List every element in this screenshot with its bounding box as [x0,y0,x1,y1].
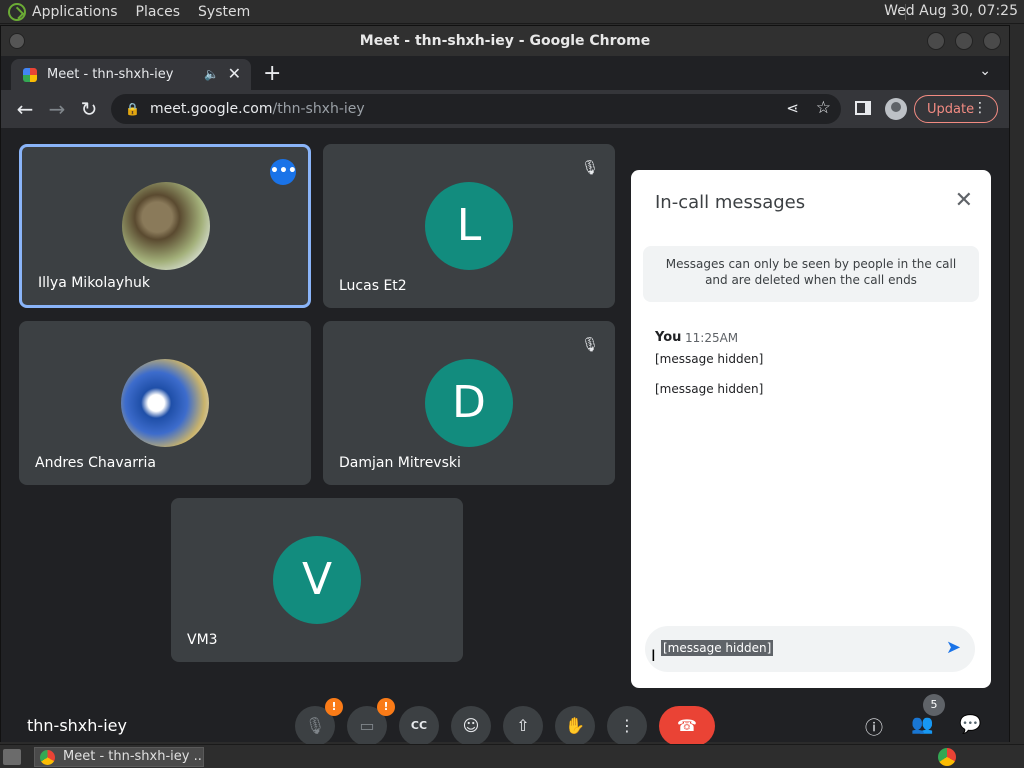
lock-icon[interactable]: 🔒 [125,102,140,116]
speaker-icon[interactable]: 🔈 [204,67,219,81]
url-host: meet.google.com [149,101,273,117]
participant-name: Lucas Et2 [339,278,407,294]
menu-places[interactable]: Places [136,4,181,20]
present-button[interactable]: ⇧ [503,706,543,746]
share-icon[interactable]: ⋖ [786,99,799,117]
mic-button[interactable]: 🎙! [295,698,343,746]
browser-toolbar: ← → ↻ 🔒 meet.google.com /thn-shxh-iey ⋖ … [1,90,1009,128]
message-sender: You [655,330,682,345]
tray-chrome-icon[interactable] [938,748,956,766]
chat-input[interactable]: [message hidden] ➤ [645,626,975,672]
participant-name: Andres Chavarria [35,455,156,471]
window-title: Meet - thn-shxh-iey - Google Chrome [359,33,651,49]
address-bar[interactable]: 🔒 meet.google.com /thn-shxh-iey ⋖ ☆ [111,94,841,124]
participant-name: VM3 [187,632,218,648]
participant-count-badge: 5 [923,694,945,716]
update-button[interactable]: Update ⋮ [914,95,998,123]
chat-message: [message hidden] [655,352,764,366]
text-cursor-icon: I [651,646,656,665]
mic-off-icon: 🎙 [581,337,599,353]
fans-photo-avatar [121,359,209,447]
update-label: Update [927,101,975,117]
warning-icon: ! [377,698,395,716]
meet-favicon-icon [23,67,37,82]
participant-tile-3[interactable]: Andres Chavarria [19,321,311,485]
chrome-icon [40,750,55,765]
tab-search-chevron-icon[interactable]: ⌄ [979,63,991,79]
raise-hand-button[interactable]: ✋ [555,706,595,746]
participant-name: Illya Mikolayhuk [38,275,150,291]
tab-title: Meet - thn-shxh-iey [47,67,174,82]
chat-notice: Messages can only be seen by people in t… [643,246,979,302]
clock[interactable]: Wed Aug 30, 07:25 [884,3,1018,19]
browser-window: Meet - thn-shxh-iey - Google Chrome Meet… [0,25,1010,746]
bookmark-star-icon[interactable]: ☆ [816,98,831,118]
maximize-button[interactable] [955,32,973,50]
tab-strip: Meet - thn-shxh-iey 🔈 ✕ + ⌄ [1,56,1009,90]
participant-tile-2[interactable]: L 🎙 Lucas Et2 [323,144,615,308]
side-panel-icon[interactable] [855,101,871,115]
window-close-button[interactable] [983,32,1001,50]
message-time: 11:25AM [685,331,739,345]
task-label: Meet - thn-shxh-iey ... [63,749,204,764]
chat-input-value[interactable]: [message hidden] [661,640,774,656]
meet-stage: ••• Illya Mikolayhuk L 🎙 Lucas Et2 Andre… [1,128,1009,746]
tab-meet[interactable]: Meet - thn-shxh-iey 🔈 ✕ [11,59,251,90]
people-icon[interactable]: 👥 [911,714,933,735]
mic-off-icon: 🎙 [581,160,599,176]
info-icon[interactable]: ⓘ [865,714,883,740]
participant-name: Damjan Mitrevski [339,455,461,471]
captions-button[interactable]: CC [399,706,439,746]
profile-avatar-icon[interactable] [885,98,907,120]
participant-tile-4[interactable]: D 🎙 Damjan Mitrevski [323,321,615,485]
forward-arrow-icon[interactable]: → [45,97,69,121]
show-desktop-icon[interactable] [3,749,21,765]
participant-tile-1[interactable]: ••• Illya Mikolayhuk [19,144,311,308]
new-tab-icon[interactable]: + [263,61,281,86]
menu-applications[interactable]: Applications [32,4,118,20]
initial-avatar: D [425,359,513,447]
top-panel: Applications Places System Wed Aug 30, 0… [0,0,1024,24]
initial-avatar: V [273,536,361,624]
taskbar-window-button[interactable]: Meet - thn-shxh-iey ... [34,747,204,767]
chat-message: [message hidden] [655,382,764,396]
meeting-code: thn-shxh-iey [27,716,127,735]
back-arrow-icon[interactable]: ← [13,97,37,121]
participant-tile-5[interactable]: V VM3 [171,498,463,662]
url-path: /thn-shxh-iey [272,101,365,117]
send-icon[interactable]: ➤ [946,637,961,658]
camera-button[interactable]: ▭! [347,698,395,746]
kebab-menu-icon[interactable]: ⋮ [973,100,987,116]
more-options-button[interactable]: ⋮ [607,706,647,746]
close-chat-icon[interactable]: ✕ [955,188,973,213]
initial-avatar: L [425,182,513,270]
distro-logo-icon[interactable] [8,2,26,21]
tab-close-icon[interactable]: ✕ [228,64,241,83]
chat-icon[interactable]: 💬 [959,714,981,735]
end-call-button[interactable]: ☎ [659,706,715,746]
bottom-taskbar: Meet - thn-shxh-iey ... [0,744,1024,768]
warning-icon: ! [325,698,343,716]
minimize-button[interactable] [927,32,945,50]
reload-icon[interactable]: ↻ [77,97,101,121]
emoji-button[interactable]: ☺ [451,706,491,746]
chat-panel: In-call messages ✕ Messages can only be … [631,170,991,688]
more-options-icon[interactable]: ••• [270,159,297,185]
window-menu-icon[interactable] [9,33,25,49]
menu-system[interactable]: System [198,4,250,20]
dog-photo-avatar [122,182,210,270]
chat-title: In-call messages [655,192,806,213]
window-titlebar[interactable]: Meet - thn-shxh-iey - Google Chrome [1,26,1009,56]
